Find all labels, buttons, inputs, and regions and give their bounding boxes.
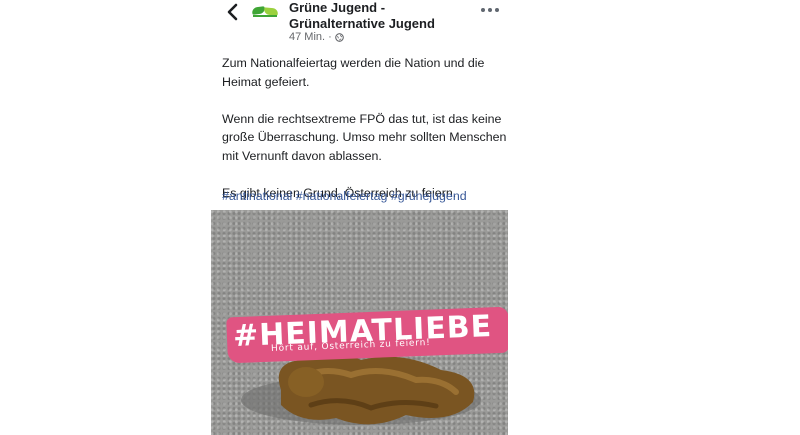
chevron-left-icon (227, 3, 238, 21)
hashtag-link[interactable]: #antinational (222, 189, 292, 203)
post-timestamp[interactable]: 47 Min. (289, 31, 325, 43)
post-paragraph: Zum Nationalfeiertag werden die Nation u… (222, 56, 485, 89)
back-button[interactable] (224, 3, 242, 21)
page-name[interactable]: Grüne Jugend - Grünalternative Jugend (289, 0, 489, 32)
hashtag-link[interactable]: #grünejugend (391, 189, 467, 203)
post-image[interactable]: #HEIMATLIEBE Hört auf, Österreich zu fei… (211, 210, 508, 435)
page-name-line1[interactable]: Grüne Jugend - (289, 0, 489, 16)
more-options-icon (481, 8, 485, 12)
globe-icon (334, 32, 344, 42)
post-paragraph: Wenn die rechtsextreme FPÖ das tut, ist … (222, 111, 507, 163)
page-name-line2[interactable]: Grünalternative Jugend (289, 16, 489, 32)
logo-underline (253, 15, 277, 17)
hashtag-list: #antinational #nationalfeiertag #grüneju… (222, 187, 467, 205)
more-options-button[interactable] (481, 4, 499, 16)
meta-separator: · (328, 31, 332, 43)
more-options-icon (495, 8, 499, 12)
page-avatar[interactable] (250, 4, 280, 18)
hashtag-link[interactable]: #nationalfeiertag (296, 189, 388, 203)
more-options-icon (488, 8, 492, 12)
post-meta: 47 Min. · (289, 31, 344, 43)
